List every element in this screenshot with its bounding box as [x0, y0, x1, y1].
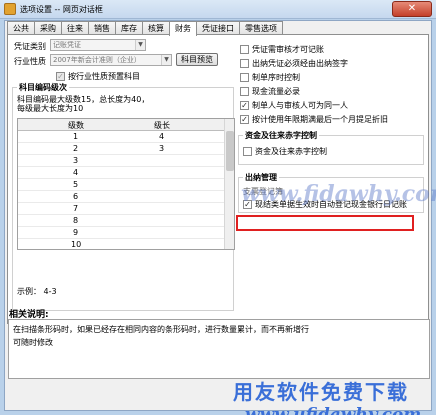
chevron-down-icon: ▼ [161, 55, 171, 65]
grid-cell-level: 4 [73, 168, 79, 177]
grid-header-length: 级长 [154, 121, 170, 130]
grid-cell-level: 2 [73, 144, 79, 153]
deficit-control-group: 资金及往来赤字控制 资金及往来赤字控制 [238, 130, 424, 165]
tab-purchase[interactable]: 采购 [34, 21, 62, 35]
grid-cell-level: 10 [71, 240, 82, 249]
checkbox-box [240, 45, 249, 54]
tab-costing[interactable]: 核算 [142, 21, 170, 35]
grid-cell-level: 9 [73, 228, 79, 237]
table-row[interactable]: 7 [18, 203, 234, 215]
deficit-control-checkbox[interactable]: 资金及往来赤字控制 [243, 146, 327, 157]
table-row[interactable]: 9 [18, 227, 234, 239]
table-row[interactable]: 3 [18, 155, 234, 167]
grid-cell-level: 8 [73, 216, 79, 225]
grid-header-level: 级数 [68, 121, 84, 130]
option-label: 制单序时控制 [252, 73, 300, 82]
deficit-control-title: 资金及往来赤字控制 [243, 130, 319, 141]
table-row[interactable]: 23 [18, 143, 234, 155]
description-line-2: 可随时修改 [13, 338, 53, 347]
title-bar: 选项设置 -- 网页对话框 ✕ [0, 0, 436, 19]
option-same-person-checkbox[interactable]: ✓ 制单人与审核人可为同一人 [240, 100, 348, 111]
tab-public[interactable]: 公共 [7, 21, 35, 35]
subject-code-info-2: 每级最大长度为10 [17, 104, 84, 113]
description-line-1: 在扫描条形码时，如果已经存在相同内容的条形码时，进行数量累计，而不再新增行 [13, 325, 309, 334]
option-cashier-sign-checkbox[interactable]: 出纳凭证必须经由出纳签字 [240, 58, 348, 69]
checkbox-box [243, 147, 252, 156]
grid-cell-level: 3 [73, 156, 79, 165]
voucher-type-label: 凭证类别 [14, 42, 46, 51]
grid-cell-level: 1 [73, 132, 79, 141]
close-button[interactable]: ✕ [392, 1, 432, 17]
tab-strip: 公共 采购 往来 销售 库存 核算 财务 凭证接口 零售选项 [7, 21, 283, 36]
industry-value: 2007年新会计准则（企业） [53, 56, 141, 64]
table-row[interactable]: 4 [18, 167, 234, 179]
window-title: 选项设置 -- 网页对话框 [20, 5, 103, 14]
grid-cell-length[interactable]: 3 [159, 144, 164, 153]
tab-sales[interactable]: 销售 [88, 21, 116, 35]
app-icon [4, 3, 16, 15]
grid-header: 级数 级长 [18, 119, 234, 131]
industry-select[interactable]: 2007年新会计准则（企业） ▼ [50, 54, 172, 66]
checkbox-box [240, 73, 249, 82]
description-box: 在扫描条形码时，如果已经存在相同内容的条形码时，进行数量累计，而不再新增行 可随… [8, 319, 430, 379]
tab-inventory[interactable]: 库存 [115, 21, 143, 35]
grid-cell-level: 6 [73, 192, 79, 201]
subject-code-group: 科目编码级次 科目编码最大级数15，总长度为40， 每级最大长度为10 级数 级… [12, 82, 235, 311]
table-row[interactable]: 5 [18, 179, 234, 191]
tab-ar-ap[interactable]: 往来 [61, 21, 89, 35]
watermark-cn: 用友软件免费下载 [233, 380, 409, 404]
checkbox-box [240, 59, 249, 68]
checkbox-box: ✓ [240, 115, 249, 124]
scroll-thumb[interactable] [226, 131, 234, 171]
table-row[interactable]: 8 [18, 215, 234, 227]
code-example: 示例： 4-3 [17, 287, 57, 296]
tab-retail-options[interactable]: 零售选项 [239, 21, 283, 35]
table-row[interactable]: 6 [18, 191, 234, 203]
watermark-url: www.fidawhy.com [241, 181, 436, 207]
option-voucher-audit-checkbox[interactable]: 凭证需审核才可记账 [240, 44, 324, 55]
option-label: 制单人与审核人可为同一人 [252, 101, 348, 110]
grid-cell-level: 5 [73, 180, 79, 189]
option-label: 现金流量必录 [252, 87, 300, 96]
watermark-url-2: www.ufidawhy.com [245, 405, 422, 415]
voucher-type-value: 记账凭证 [53, 41, 81, 49]
checkbox-box: ✓ [56, 72, 65, 81]
chevron-down-icon: ▼ [135, 40, 145, 50]
option-cashflow-required-checkbox[interactable]: 现金流量必录 [240, 86, 300, 97]
preset-by-industry-checkbox[interactable]: ✓ 按行业性质预置科目 [56, 71, 140, 82]
subject-code-title: 科目编码级次 [17, 82, 69, 93]
table-row[interactable]: 14 [18, 131, 234, 143]
checkbox-box [240, 87, 249, 96]
checkbox-box: ✓ [240, 101, 249, 110]
options-dialog: 公共 采购 往来 销售 库存 核算 财务 凭证接口 零售选项 凭证类别 记账凭证… [4, 20, 436, 415]
code-level-grid[interactable]: 级数 级长 14 23 3 4 5 6 7 8 9 10 [17, 118, 235, 250]
grid-cell-level: 7 [73, 204, 79, 213]
industry-label: 行业性质 [14, 57, 46, 66]
highlight-box [236, 215, 414, 231]
option-label: 出纳凭证必须经由出纳签字 [252, 59, 348, 68]
option-label: 按计使用年限期满最后一个月提足折旧 [252, 115, 388, 124]
finance-panel: 凭证类别 记账凭证 ▼ 行业性质 2007年新会计准则（企业） ▼ 科目预览 ✓… [7, 34, 436, 324]
table-row[interactable]: 10 [18, 239, 234, 249]
preset-by-industry-label: 按行业性质预置科目 [68, 72, 140, 81]
preview-subject-button[interactable]: 科目预览 [176, 53, 218, 66]
grid-scrollbar[interactable] [224, 119, 234, 249]
option-sequential-control-checkbox[interactable]: 制单序时控制 [240, 72, 300, 83]
tab-voucher-interface[interactable]: 凭证接口 [196, 21, 240, 35]
grid-cell-length[interactable]: 4 [159, 132, 164, 141]
tab-finance[interactable]: 财务 [169, 21, 197, 36]
option-label: 凭证需审核才可记账 [252, 45, 324, 54]
voucher-type-select[interactable]: 记账凭证 ▼ [50, 39, 146, 51]
deficit-control-label: 资金及往来赤字控制 [255, 147, 327, 156]
option-depreciation-checkbox[interactable]: ✓ 按计使用年限期满最后一个月提足折旧 [240, 114, 388, 125]
